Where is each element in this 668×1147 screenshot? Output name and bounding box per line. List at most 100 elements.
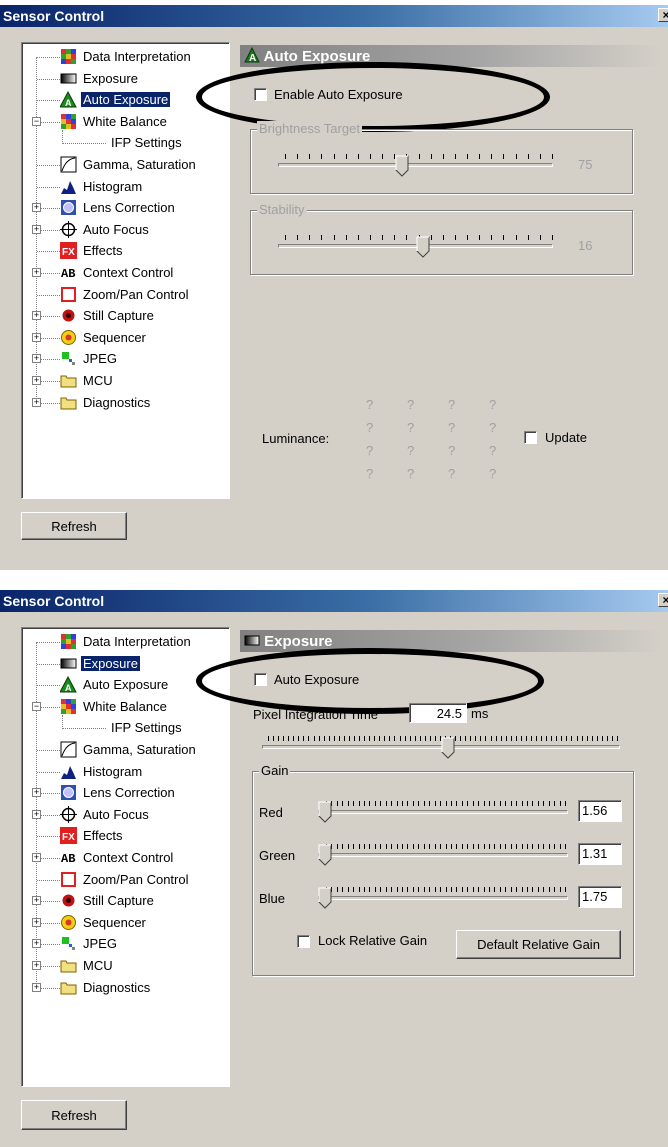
tree-item-label: IFP Settings bbox=[111, 720, 182, 736]
tree-item[interactable]: Zoom/Pan Control bbox=[22, 285, 227, 305]
tree-item[interactable]: + Still Capture bbox=[22, 306, 227, 326]
tree-item[interactable]: − White Balance bbox=[22, 697, 227, 717]
gain-slider-thumb[interactable] bbox=[318, 844, 332, 866]
lock-relative-gain-checkbox[interactable] bbox=[297, 935, 310, 948]
tree-item[interactable]: IFP Settings bbox=[22, 718, 227, 738]
tree-item[interactable]: A Auto Exposure bbox=[22, 90, 227, 110]
tree-item[interactable]: + Diagnostics bbox=[22, 978, 227, 998]
expand-icon[interactable]: + bbox=[32, 376, 41, 385]
tree-item[interactable]: + Sequencer bbox=[22, 328, 227, 348]
luminance-cell: ? bbox=[407, 443, 415, 458]
refresh-button[interactable]: Refresh bbox=[21, 512, 127, 540]
tree-item[interactable]: − White Balance bbox=[22, 112, 227, 132]
sensor-control-window-auto-exposure: Sensor Control × Data Interpretation Expo… bbox=[0, 5, 668, 570]
luminance-cell: ? bbox=[366, 397, 374, 412]
tree-item[interactable]: Gamma, Saturation bbox=[22, 155, 227, 175]
gain-red-input[interactable]: 1.56 bbox=[578, 800, 622, 822]
expand-icon[interactable]: + bbox=[32, 939, 41, 949]
white-balance-icon bbox=[60, 113, 77, 130]
expand-icon[interactable]: + bbox=[32, 354, 41, 364]
tree-item[interactable]: Zoom/Pan Control bbox=[22, 870, 227, 890]
close-button[interactable]: × bbox=[658, 8, 668, 22]
expand-icon[interactable]: + bbox=[32, 311, 41, 321]
expand-icon[interactable]: + bbox=[32, 809, 41, 819]
tree-item[interactable]: Data Interpretation bbox=[22, 632, 227, 652]
default-relative-gain-button[interactable]: Default Relative Gain bbox=[456, 930, 621, 959]
expand-icon[interactable]: + bbox=[32, 397, 41, 407]
stability-label: Stability bbox=[257, 202, 307, 217]
tree-item[interactable]: + JPEG bbox=[22, 349, 227, 369]
tree-item[interactable]: + Sequencer bbox=[22, 913, 227, 933]
tree-item-label: Auto Focus bbox=[83, 806, 149, 822]
stability-slider-thumb[interactable] bbox=[416, 236, 430, 258]
tree-item-label: Sequencer bbox=[83, 329, 146, 345]
tree-item[interactable]: Histogram bbox=[22, 762, 227, 782]
close-button[interactable]: × bbox=[658, 593, 668, 607]
tree-item[interactable]: + Lens Correction bbox=[22, 198, 227, 218]
expand-icon[interactable]: + bbox=[32, 268, 41, 277]
luminance-cell: ? bbox=[366, 420, 374, 435]
tree-item[interactable]: FX Effects bbox=[22, 826, 227, 846]
tree-item[interactable]: FX Effects bbox=[22, 241, 227, 261]
tree-item[interactable]: Gamma, Saturation bbox=[22, 740, 227, 760]
expand-icon[interactable]: + bbox=[32, 917, 41, 927]
exposure-icon bbox=[60, 70, 77, 87]
auto-focus-icon bbox=[60, 805, 77, 823]
svg-text:FX: FX bbox=[62, 247, 75, 258]
gain-slider-thumb[interactable] bbox=[318, 887, 332, 909]
close-icon: × bbox=[662, 8, 668, 22]
lens-correction-icon bbox=[60, 199, 77, 216]
gain-slider-thumb[interactable] bbox=[318, 801, 332, 823]
expand-icon[interactable]: + bbox=[32, 896, 41, 906]
expand-icon[interactable]: + bbox=[32, 853, 41, 862]
jpeg-icon bbox=[60, 350, 77, 367]
settings-tree[interactable]: Data Interpretation Exposure A Auto Exposur… bbox=[21, 42, 230, 499]
default-relative-gain-label: Default Relative Gain bbox=[477, 937, 600, 952]
pit-slider-thumb[interactable] bbox=[441, 737, 455, 759]
gain-blue-input[interactable]: 1.75 bbox=[578, 886, 622, 908]
tree-item[interactable]: Exposure bbox=[22, 654, 227, 674]
expand-icon[interactable]: + bbox=[32, 224, 41, 234]
close-icon: × bbox=[662, 593, 668, 607]
brightness-slider-track bbox=[278, 163, 553, 167]
lock-relative-gain-label: Lock Relative Gain bbox=[318, 933, 428, 948]
tree-item[interactable]: + AB Context Control bbox=[22, 263, 227, 283]
refresh-button[interactable]: Refresh bbox=[21, 1100, 127, 1130]
tree-item[interactable]: + Diagnostics bbox=[22, 393, 227, 413]
tree-item[interactable]: + Still Capture bbox=[22, 891, 227, 911]
update-checkbox[interactable] bbox=[524, 431, 537, 444]
tree-item[interactable]: + AB Context Control bbox=[22, 848, 227, 868]
tree-item[interactable]: Data Interpretation bbox=[22, 47, 227, 67]
expand-icon[interactable]: + bbox=[32, 332, 41, 342]
tree-connector-line bbox=[37, 750, 60, 751]
expand-icon[interactable]: + bbox=[32, 982, 41, 992]
tree-item[interactable]: + Auto Focus bbox=[22, 220, 227, 240]
enable-auto-exposure-checkbox[interactable] bbox=[254, 88, 267, 101]
context-control-icon: AB bbox=[60, 264, 77, 281]
gain-green-input[interactable]: 1.31 bbox=[578, 843, 622, 865]
tree-item-label: Diagnostics bbox=[83, 394, 151, 410]
highlight-ellipse bbox=[196, 648, 544, 714]
tree-item[interactable]: Histogram bbox=[22, 177, 227, 197]
collapse-icon[interactable]: − bbox=[32, 116, 41, 126]
tree-item[interactable]: Exposure bbox=[22, 69, 227, 89]
collapse-icon[interactable]: − bbox=[32, 701, 41, 711]
expand-icon[interactable]: + bbox=[32, 961, 41, 970]
tree-item[interactable]: + MCU bbox=[22, 371, 227, 391]
tree-item[interactable]: IFP Settings bbox=[22, 133, 227, 153]
tree-item[interactable]: + Lens Correction bbox=[22, 783, 227, 803]
tree-item-label: Data Interpretation bbox=[83, 634, 191, 649]
auto-exposure-checkbox[interactable] bbox=[254, 673, 267, 686]
tree-item[interactable]: + JPEG bbox=[22, 934, 227, 954]
luminance-cell: ? bbox=[366, 443, 374, 458]
brightness-slider-thumb[interactable] bbox=[395, 155, 409, 177]
tree-item[interactable]: + MCU bbox=[22, 956, 227, 976]
expand-icon[interactable]: + bbox=[32, 788, 41, 798]
pixel-integration-time-input[interactable]: 24.5 bbox=[409, 703, 467, 723]
tree-item-label: Effects bbox=[83, 828, 123, 844]
settings-tree[interactable]: Data Interpretation Exposure A Auto Exposur… bbox=[21, 627, 230, 1087]
tree-item[interactable]: A Auto Exposure bbox=[22, 675, 227, 695]
tree-item[interactable]: + Auto Focus bbox=[22, 805, 227, 825]
white-balance-icon bbox=[60, 698, 77, 715]
expand-icon[interactable]: + bbox=[32, 203, 41, 213]
